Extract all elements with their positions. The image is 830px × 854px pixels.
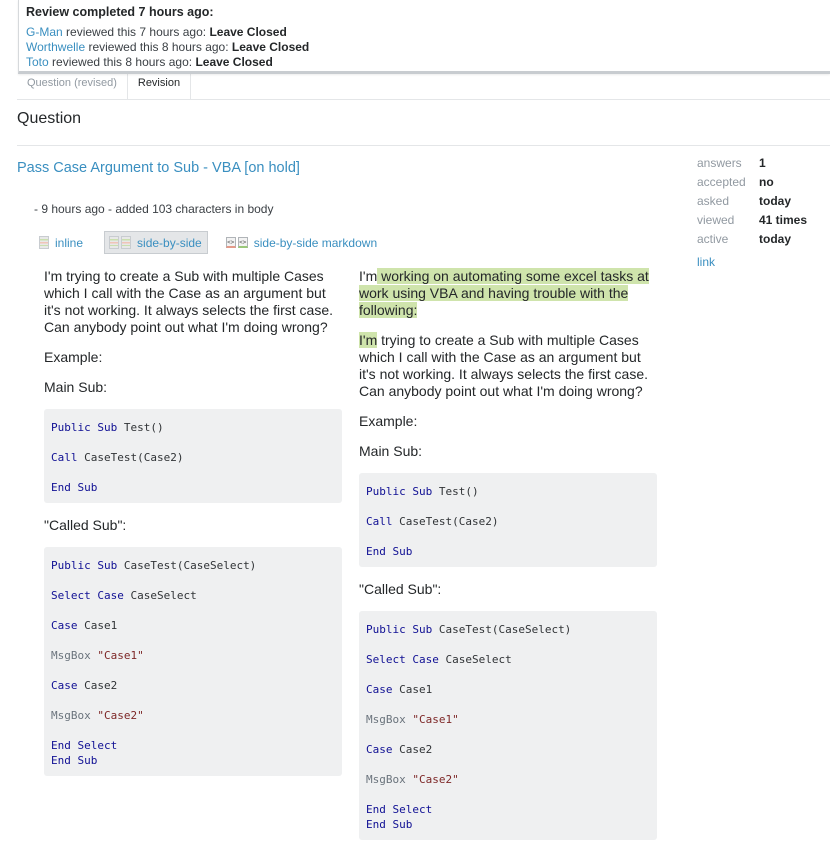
review-entry: Worthwelle reviewed this 8 hours ago: Le… — [26, 40, 830, 55]
stat-asked: asked today — [697, 194, 792, 208]
share-link[interactable]: link — [697, 255, 807, 269]
section-title: Question — [17, 110, 82, 127]
tab-revision[interactable]: Revision — [128, 74, 192, 99]
added-paragraph: I'm working on automating some excel tas… — [359, 268, 649, 318]
question-title-link[interactable]: Pass Case Argument to Sub - VBA [on hold… — [17, 160, 300, 176]
body-paragraph: I'm trying to create a Sub with multiple… — [359, 332, 649, 399]
question-stats: answers 1 accepted no asked today viewed 41 … — [697, 156, 807, 269]
review-entry: G-Man reviewed this 7 hours ago: Leave C… — [26, 25, 830, 40]
review-entry: Toto reviewed this 8 hours ago: Leave Cl… — [26, 55, 830, 70]
view-side-by-side-label: side-by-side — [137, 235, 202, 250]
stat-viewed: viewed 41 times — [697, 213, 808, 227]
review-text: reviewed this 7 hours ago: — [62, 25, 210, 39]
inline-diff-icon — [39, 236, 49, 249]
review-result: Leave Closed — [209, 25, 287, 39]
review-summary-popup: Review completed 7 hours ago: G-Man revi… — [18, 0, 830, 74]
view-side-by-side-button[interactable]: side-by-side — [104, 231, 208, 254]
review-title: Review completed 7 hours ago: — [26, 5, 214, 19]
review-result: Leave Closed — [231, 40, 310, 54]
stat-active: active today — [697, 232, 792, 246]
reviewer-link[interactable]: G-Man — [26, 25, 63, 39]
example-label: Example: — [359, 413, 418, 429]
stat-accepted: accepted no — [697, 175, 774, 189]
revision-meta: - 9 hours ago - added 103 characters in … — [34, 202, 274, 216]
main-sub-label: Main Sub: — [359, 443, 423, 459]
view-inline-button[interactable]: inline — [37, 231, 88, 254]
reviewer-link[interactable]: Worthwelle — [26, 40, 85, 54]
side-by-side-diff-icon — [109, 236, 132, 249]
code-block-called-sub: Public Sub CaseTest(CaseSelect) Select Ca… — [359, 611, 657, 840]
example-label: Example: — [44, 349, 103, 365]
diff-left-column: I'm trying to create a Sub with multiple… — [44, 268, 342, 790]
diff-view-switch: inline side-by-side <> <> side-by-side ma… — [37, 231, 398, 254]
called-sub-label: "Called Sub": — [359, 581, 442, 597]
review-text: reviewed this 8 hours ago: — [85, 40, 232, 54]
code-block-called-sub: Public Sub CaseTest(CaseSelect) Select Ca… — [44, 547, 342, 776]
review-tabs: Question (revised) Revision — [17, 74, 830, 100]
stat-answers: answers 1 — [697, 156, 766, 170]
divider — [17, 145, 830, 146]
code-block-main-sub: Public Sub Test() Call CaseTest(Case2) End… — [44, 409, 342, 503]
code-block-main-sub: Public Sub Test() Call CaseTest(Case2) End… — [359, 473, 657, 567]
view-side-by-side-markdown-label: side-by-side markdown — [253, 235, 378, 250]
view-side-by-side-markdown-button[interactable]: <> <> side-by-side markdown — [224, 231, 382, 254]
reviewer-link[interactable]: Toto — [26, 55, 49, 69]
inserted-text: I'm — [359, 332, 378, 348]
review-result: Leave Closed — [195, 55, 273, 69]
called-sub-label: "Called Sub": — [44, 517, 127, 533]
inserted-text: working on automating some excel tasks a… — [359, 268, 649, 318]
view-inline-label: inline — [55, 235, 84, 250]
main-sub-label: Main Sub: — [44, 379, 108, 395]
body-paragraph: I'm trying to create a Sub with multiple… — [44, 268, 334, 335]
review-text: reviewed this 8 hours ago: — [48, 55, 196, 69]
markdown-diff-icon: <> <> — [225, 237, 248, 248]
diff-right-column: I'm working on automating some excel tas… — [359, 268, 657, 854]
tab-question-revised[interactable]: Question (revised) — [17, 74, 128, 99]
